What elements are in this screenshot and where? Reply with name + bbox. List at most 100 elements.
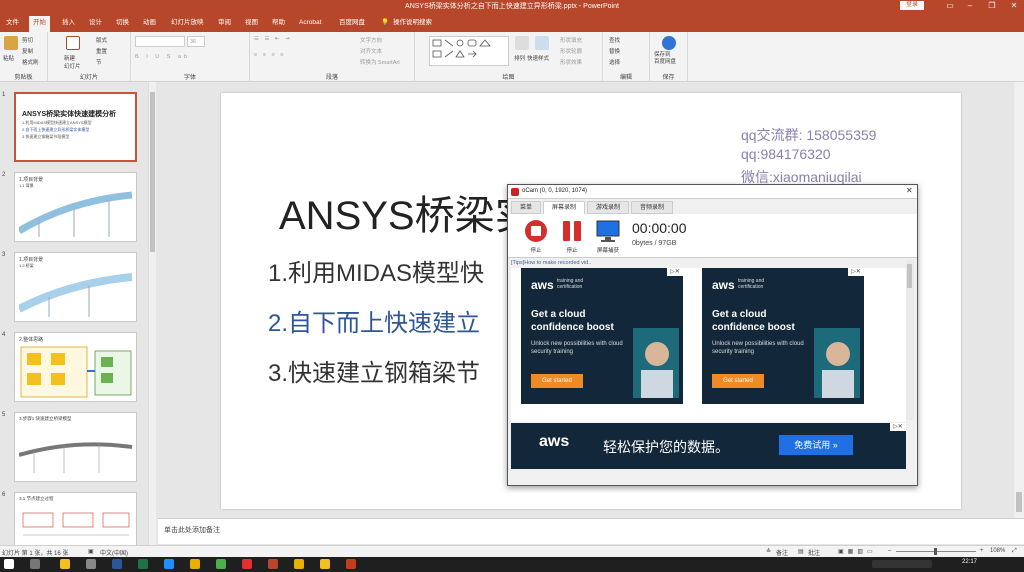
- spellcheck-icon[interactable]: ▣: [88, 548, 94, 555]
- browser-icon[interactable]: [164, 559, 174, 569]
- quick-styles-button[interactable]: 快速样式: [527, 54, 549, 62]
- ocam-stop-button[interactable]: 停止: [522, 218, 550, 254]
- reset-button[interactable]: 重置: [96, 47, 107, 55]
- shape-effects-button[interactable]: 形状效果: [560, 58, 582, 66]
- scrollbar-thumb[interactable]: [1016, 492, 1022, 512]
- start-icon[interactable]: [4, 559, 14, 569]
- align-text-button[interactable]: 对齐文本: [360, 47, 382, 55]
- find-button[interactable]: 查找: [609, 36, 620, 44]
- file-explorer-icon[interactable]: [60, 559, 70, 569]
- zoom-in-icon[interactable]: +: [980, 548, 984, 554]
- minimize-icon[interactable]: –: [963, 1, 977, 10]
- slide-item-3[interactable]: 3.快速建立钢箱梁节: [268, 353, 480, 388]
- ad-close-icon[interactable]: ▷✕: [667, 268, 683, 276]
- thumbnail-slide-2[interactable]: 2 1.项目背景 1.1 背景: [0, 172, 150, 244]
- ocam-ad-scrollbar[interactable]: [906, 260, 914, 420]
- scrollbar-thumb[interactable]: [907, 264, 912, 288]
- thumbnail-slide-4[interactable]: 4 2.整体思路: [0, 332, 150, 404]
- ocam-titlebar[interactable]: oCam (0, 0, 1920, 1074) ✕: [508, 185, 917, 199]
- login-button[interactable]: 登录: [900, 1, 924, 10]
- slide-scrollbar[interactable]: [1014, 82, 1024, 518]
- notes-pane[interactable]: 单击此处添加备注: [158, 518, 1024, 544]
- search-icon[interactable]: [30, 559, 40, 569]
- tab-slideshow[interactable]: 幻灯片放映: [167, 16, 208, 32]
- comments-button[interactable]: 批注: [808, 548, 820, 557]
- ocam-tab-game-record[interactable]: 游戏录制: [587, 201, 629, 214]
- ocam-tips-link[interactable]: [Tips]How to make recorded vid..: [511, 260, 591, 266]
- fit-slide-icon[interactable]: ⤢: [1012, 548, 1017, 555]
- ocam-window[interactable]: oCam (0, 0, 1920, 1074) ✕ 菜单 屏幕录制 游戏录制 音…: [507, 184, 918, 486]
- tab-design[interactable]: 设计: [85, 16, 106, 32]
- ad-cta-button[interactable]: Get started: [531, 374, 583, 388]
- notes-toggle-icon[interactable]: ≜: [766, 548, 771, 555]
- ocam-tab-audio-record[interactable]: 音频录制: [631, 201, 673, 214]
- app-a2-icon[interactable]: [294, 559, 304, 569]
- format-painter-button[interactable]: 格式刷: [22, 58, 39, 66]
- section-button[interactable]: 节: [96, 58, 102, 66]
- select-button[interactable]: 选择: [609, 58, 620, 66]
- taskbar-clock[interactable]: 22:17: [962, 559, 977, 565]
- app-ocam-icon[interactable]: [346, 559, 356, 569]
- layout-button[interactable]: 版式: [96, 36, 107, 44]
- tab-review[interactable]: 审阅: [214, 16, 235, 32]
- quick-styles-icon[interactable]: [535, 36, 549, 50]
- tab-animations[interactable]: 动画: [139, 16, 160, 32]
- app-a3-icon[interactable]: [320, 559, 330, 569]
- shape-outline-button[interactable]: 形状轮廓: [560, 47, 582, 55]
- thumbnail-slide-1[interactable]: 1 ANSYS桥梁实体快速建模分析 1.利用MIDAS模型快速建立ANSYS模型…: [0, 92, 150, 164]
- aws-ad-1[interactable]: aws training and certification Get a clo…: [521, 268, 683, 404]
- ocam-capture-button[interactable]: 屏幕捕获: [594, 218, 622, 254]
- ocam-close-icon[interactable]: ✕: [906, 186, 913, 195]
- maximize-icon[interactable]: ❐: [985, 1, 999, 10]
- system-tray[interactable]: [872, 560, 932, 568]
- text-direction-button[interactable]: 文字方向: [360, 36, 382, 44]
- excel-icon[interactable]: [138, 559, 148, 569]
- notes-toggle-button[interactable]: 备注: [776, 548, 788, 557]
- aws-banner-cta[interactable]: 免费试用 »: [779, 435, 853, 455]
- close-icon[interactable]: ✕: [1007, 1, 1021, 10]
- ocam-tab-screen-record[interactable]: 屏幕录制: [543, 201, 585, 214]
- powerpoint-icon[interactable]: [268, 559, 278, 569]
- shape-fill-button[interactable]: 形状填充: [560, 36, 582, 44]
- thumbnail-image[interactable]: 3.步骤1 快速建立桥梁模型: [14, 412, 137, 482]
- paste-icon[interactable]: [4, 36, 18, 50]
- ad-cta-button[interactable]: Get started: [712, 374, 764, 388]
- tab-file[interactable]: 文件: [2, 16, 23, 32]
- thumbnail-image[interactable]: ANSYS桥梁实体快速建模分析 1.利用MIDAS模型快速建立ANSYS模型 2…: [14, 92, 137, 162]
- app-a-icon[interactable]: [190, 559, 200, 569]
- zoom-level[interactable]: 108%: [990, 548, 1005, 554]
- comments-icon[interactable]: ▤: [798, 548, 804, 555]
- language-indicator[interactable]: 中文(中国): [100, 548, 128, 557]
- thumbnail-slide-3[interactable]: 3 1.项目背景 1.2 桥梁: [0, 252, 150, 324]
- tab-baidu[interactable]: 百度网盘: [335, 16, 369, 32]
- thumbnail-slide-5[interactable]: 5 3.步骤1 快速建立桥梁模型: [0, 412, 150, 484]
- tab-acrobat[interactable]: Acrobat: [295, 16, 325, 32]
- ocam-pause-button[interactable]: 停止: [558, 218, 586, 254]
- thumbnails-scrollbar[interactable]: [148, 82, 156, 545]
- thumbnail-image[interactable]: 1.项目背景 1.1 背景: [14, 172, 137, 242]
- word-icon[interactable]: [112, 559, 122, 569]
- font-name-dropdown[interactable]: [135, 36, 185, 47]
- calculator-icon[interactable]: [86, 559, 96, 569]
- scrollbar-thumb[interactable]: [150, 92, 155, 252]
- tab-transitions[interactable]: 切换: [112, 16, 133, 32]
- align-buttons[interactable]: ≡ ≡ ≡ ≡: [254, 52, 285, 58]
- save-to-baidu-button[interactable]: 保存到 百度网盘: [654, 52, 676, 66]
- tab-insert[interactable]: 插入: [58, 16, 79, 32]
- tab-home[interactable]: 开始: [29, 16, 50, 32]
- list-buttons[interactable]: ☰ ☰ ⇤ ⇥: [254, 36, 292, 42]
- ocam-tab-menu[interactable]: 菜单: [511, 201, 541, 214]
- paste-label[interactable]: 粘贴: [3, 54, 14, 62]
- slide-title[interactable]: ANSYS桥梁实: [279, 183, 535, 241]
- ribbon-display-icon[interactable]: ▭: [943, 1, 957, 10]
- shapes-gallery[interactable]: [429, 36, 509, 66]
- font-format-buttons[interactable]: B I U S ab: [135, 54, 190, 60]
- thumbnail-image[interactable]: 1.项目背景 1.2 桥梁: [14, 252, 137, 322]
- slide-item-2[interactable]: 2.自下而上快速建立: [268, 303, 480, 338]
- thumbnail-image[interactable]: 2.整体思路: [14, 332, 137, 402]
- tab-help[interactable]: 帮助: [268, 16, 289, 32]
- new-slide-icon[interactable]: [66, 36, 80, 50]
- aws-banner-ad[interactable]: aws 轻松保护您的数据。 免费试用 » ▷✕: [511, 423, 906, 469]
- tab-view[interactable]: 视图: [241, 16, 262, 32]
- notes-placeholder[interactable]: 单击此处添加备注: [164, 525, 220, 535]
